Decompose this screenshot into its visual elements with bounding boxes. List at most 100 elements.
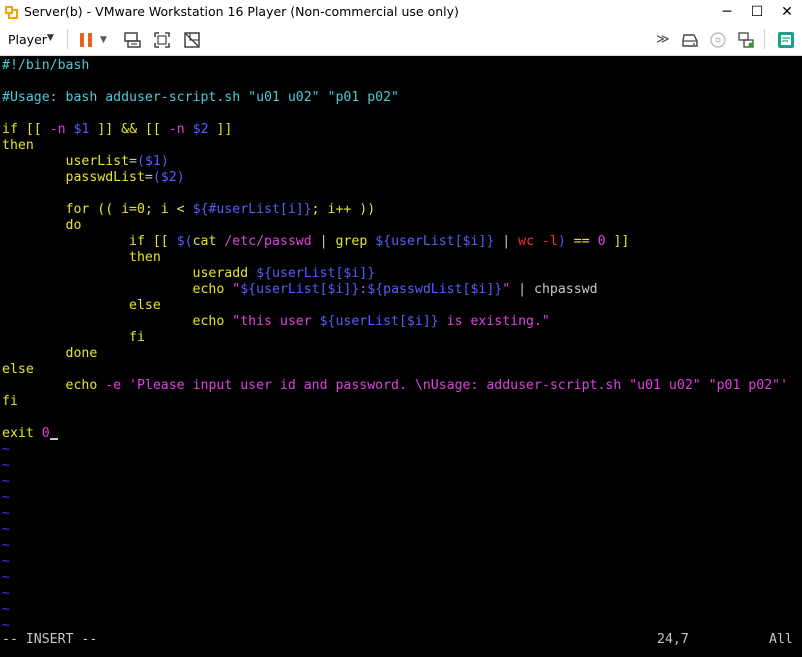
- code-line: else: [2, 298, 161, 314]
- code-token: passwdList: [2, 170, 145, 185]
- code-token: [[: [17, 122, 50, 137]
- unity-icon[interactable]: [182, 30, 202, 50]
- empty-line-marker: ~: [2, 586, 10, 601]
- code-token: ($2): [152, 170, 185, 185]
- code-line: fi: [2, 330, 145, 346]
- code-token: ${userList[$i]}: [319, 314, 439, 329]
- code-token: fi: [2, 330, 145, 345]
- code-token: $(: [176, 234, 193, 249]
- code-line: if [[ -n $1 ]] && [[ -n $2 ]]: [2, 122, 232, 138]
- fullscreen-icon[interactable]: [152, 30, 172, 50]
- code-token: ${userList[$i]}: [375, 234, 495, 249]
- empty-line-marker: ~: [2, 490, 10, 505]
- code-token: | chpasswd: [510, 282, 598, 297]
- code-token: fi: [2, 394, 18, 409]
- empty-line-marker: ~: [2, 554, 10, 569]
- send-ctrl-alt-del-icon[interactable]: [122, 30, 142, 50]
- code-line: done: [2, 346, 98, 362]
- code-token: "this user: [224, 314, 320, 329]
- code-line: fi: [2, 394, 18, 410]
- code-token: userList: [2, 154, 130, 169]
- empty-line-marker: ~: [2, 474, 10, 489]
- vim-mode-indicator: -- INSERT --: [2, 632, 98, 647]
- maximize-button[interactable]: ☐: [742, 0, 772, 24]
- code-token: echo: [2, 378, 98, 393]
- code-token: ): [557, 234, 566, 249]
- code-line: then: [2, 250, 161, 266]
- code-token: ; i++ )): [311, 202, 376, 217]
- code-token: -n: [168, 122, 185, 137]
- code-token: done: [2, 346, 98, 361]
- chevron-down-icon[interactable]: ▼: [47, 33, 54, 43]
- code-token: -n: [49, 122, 66, 137]
- title-bar: Server(b) - VMware Workstation 16 Player…: [0, 0, 802, 24]
- code-token: ${userList[$i]}: [240, 282, 360, 297]
- cursor-position: 24,7: [657, 632, 689, 647]
- vim-status-line: -- INSERT -- 24,7 All: [0, 632, 802, 648]
- network-icon[interactable]: [736, 30, 756, 50]
- code-token: else: [2, 298, 161, 313]
- code-token: $1: [73, 122, 90, 137]
- text-cursor: [49, 438, 58, 440]
- cdrom-icon[interactable]: [708, 30, 728, 50]
- code-token: 0: [597, 234, 606, 249]
- code-token: -e: [97, 378, 130, 393]
- code-line: do: [2, 218, 82, 234]
- forward-icon[interactable]: ≫: [656, 30, 676, 50]
- code-token: ($1): [137, 154, 169, 169]
- code-line: then: [2, 138, 34, 154]
- vm-console-terminal[interactable]: #!/bin/bash #Usage: bash adduser-script.s…: [0, 56, 802, 657]
- player-menu-button[interactable]: Player: [8, 32, 47, 47]
- code-line: userList=($1): [2, 154, 169, 170]
- vmware-app-icon: [5, 6, 18, 19]
- code-line: echo -e 'Please input user id and passwo…: [2, 378, 789, 394]
- code-token: ${userList[$i]}: [256, 266, 376, 281]
- code-token: [[: [144, 234, 177, 249]
- code-token: #!/bin/bash: [2, 58, 90, 73]
- code-token: |: [319, 234, 328, 249]
- code-token: /etc/passwd: [216, 234, 320, 249]
- toolbar-divider: [764, 29, 765, 49]
- empty-line-marker: ~: [2, 458, 10, 473]
- code-token: do: [2, 218, 82, 233]
- code-token: echo: [2, 314, 225, 329]
- code-line: passwdList=($2): [2, 170, 185, 186]
- hdd-icon[interactable]: [680, 30, 700, 50]
- code-token: =: [144, 170, 153, 185]
- empty-line-marker: ~: [2, 538, 10, 553]
- pause-icon[interactable]: [76, 30, 96, 50]
- code-token: =: [129, 154, 137, 169]
- code-token: 0: [33, 426, 50, 441]
- code-line: exit 0: [2, 426, 58, 442]
- player-toolbar: Player ▼ ▼ ≫: [0, 24, 802, 56]
- code-line: if [[ $(cat /etc/passwd | grep ${userLis…: [2, 234, 629, 250]
- code-token: for: [2, 202, 90, 217]
- notes-icon[interactable]: [776, 30, 796, 50]
- code-token: then: [2, 250, 161, 265]
- empty-line-marker: ~: [2, 522, 10, 537]
- empty-line-marker: ~: [2, 602, 10, 617]
- empty-line-marker: ~: [2, 506, 10, 521]
- pause-dropdown-icon[interactable]: ▼: [100, 30, 120, 50]
- code-line: echo "${userList[$i]}:${passwdList[$i]}"…: [2, 282, 598, 298]
- code-token: exit: [2, 426, 34, 441]
- code-token: wc -l: [518, 234, 558, 249]
- code-token: is existing.": [438, 314, 550, 329]
- minimize-button[interactable]: ─: [712, 0, 742, 24]
- close-button[interactable]: ✕: [772, 0, 802, 24]
- empty-line-marker: ~: [2, 442, 10, 457]
- code-token: (( i=0; i <: [89, 202, 193, 217]
- code-token: then: [2, 138, 34, 153]
- code-token: ": [224, 282, 241, 297]
- code-token: ${#userList[i]}: [192, 202, 312, 217]
- code-token: |: [494, 234, 519, 249]
- code-token: useradd: [2, 266, 257, 281]
- code-line: echo "this user ${userList[$i]} is exist…: [2, 314, 550, 330]
- code-token: cat: [192, 234, 217, 249]
- toolbar-divider: [67, 29, 68, 49]
- scroll-indicator: All: [769, 632, 793, 647]
- code-token: ": [502, 282, 511, 297]
- code-token: $2: [192, 122, 209, 137]
